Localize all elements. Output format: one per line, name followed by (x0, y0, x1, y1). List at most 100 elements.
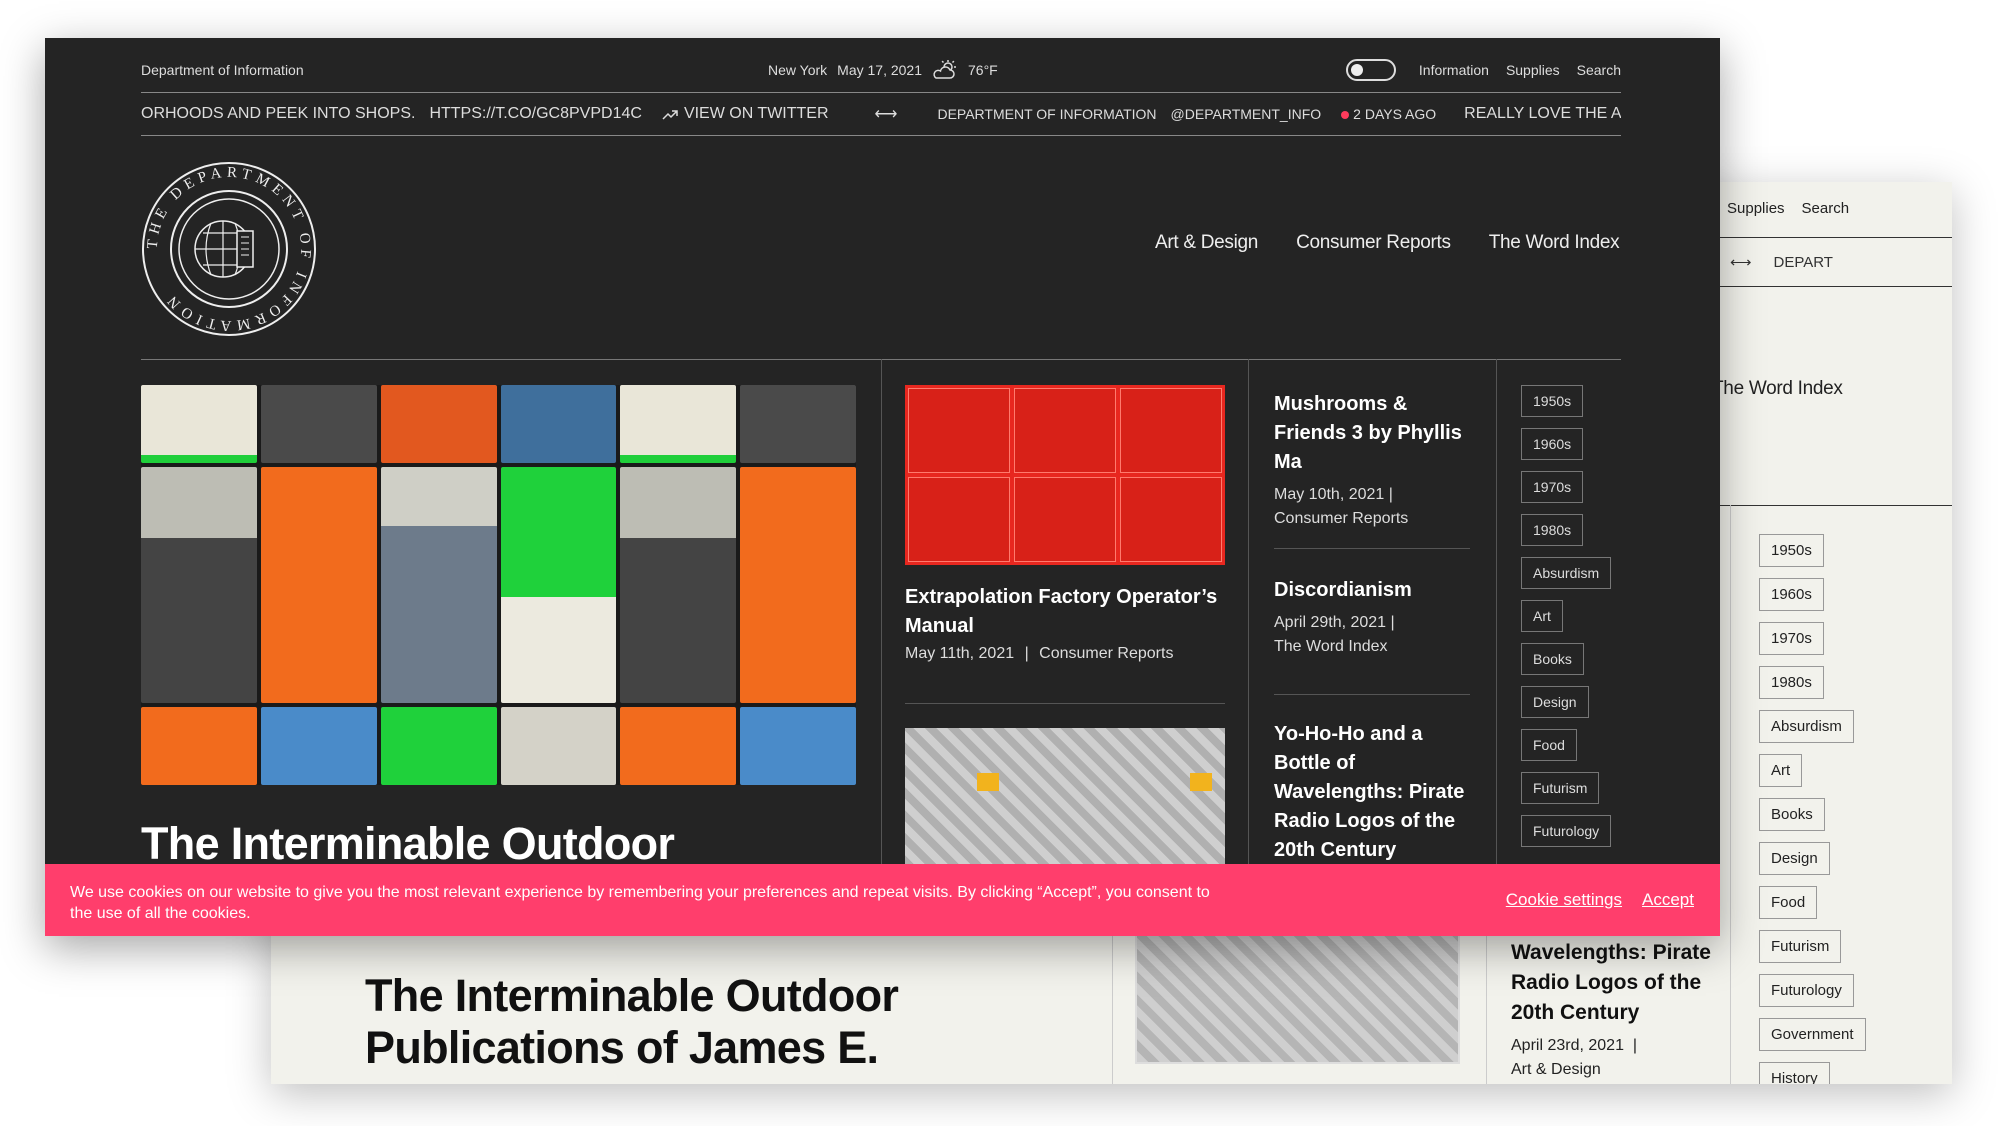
arrow-icon: ⟷ (1730, 254, 1752, 271)
foreground-browser-window: Department of Information New York May 1… (45, 38, 1720, 936)
divider (1711, 505, 1952, 506)
article-title[interactable]: Discordianism (1274, 576, 1474, 605)
date-label: May 17, 2021 (837, 62, 922, 78)
article-category[interactable]: The Word Index (1274, 635, 1474, 659)
article-thumbnail[interactable] (1135, 934, 1460, 1064)
cookie-settings-link[interactable]: Cookie settings (1506, 890, 1622, 910)
back-article-category[interactable]: Art & Design (1511, 1061, 1601, 1079)
divider (881, 359, 882, 879)
meta-separator: | (1024, 645, 1029, 662)
meta-separator: | (1388, 486, 1393, 503)
hero-article-title[interactable]: The Interminable Outdoor (141, 818, 675, 870)
department-logo[interactable]: THE DEPARTMENT OF INFORMATION (141, 161, 317, 337)
back-ticker: ⟷ DEPART (1705, 237, 1952, 287)
ticker-view-link[interactable]: VIEW ON TWITTER (662, 105, 829, 123)
tag-food[interactable]: Food (1521, 729, 1577, 761)
tag-food[interactable]: Food (1759, 886, 1818, 919)
tag-futurism[interactable]: Futurism (1759, 930, 1842, 963)
tag-books[interactable]: Books (1759, 798, 1825, 831)
nav-search[interactable]: Search (1577, 62, 1621, 78)
ticker-tweet-text[interactable]: ORHOODS AND PEEK INTO SHOPS. (141, 105, 415, 123)
back-ticker-text[interactable]: DEPART (1774, 254, 1833, 271)
list-item[interactable]: Discordianism April 29th, 2021 | The Wor… (1274, 576, 1474, 659)
arrow-icon: ⟷ (874, 106, 898, 123)
divider (1496, 359, 1497, 879)
article-thumbnail[interactable] (905, 385, 1225, 565)
twitter-ticker: ORHOODS AND PEEK INTO SHOPS. HTTPS://T.C… (141, 92, 1621, 136)
tag-futurology[interactable]: Futurology (1759, 974, 1854, 1007)
back-top-nav: Supplies Search (1727, 200, 1849, 217)
tag-1960s[interactable]: 1960s (1521, 428, 1584, 460)
ticker-handle[interactable]: @DEPARTMENT_INFO (1171, 106, 1322, 122)
nav-word-index[interactable]: The Word Index (1489, 232, 1620, 254)
article-title[interactable]: Extrapolation Factory Operator’s Manual (905, 583, 1225, 641)
article-thumbnail[interactable] (905, 728, 1225, 878)
back-nav-search[interactable]: Search (1802, 200, 1850, 217)
article-date: April 29th, 2021 (1274, 614, 1387, 631)
meta-separator: | (1390, 614, 1395, 631)
ticker-tweet-url[interactable]: HTTPS://T.CO/GC8PVPD14C (429, 105, 642, 123)
tag-1960s[interactable]: 1960s (1759, 578, 1824, 611)
theme-toggle[interactable] (1345, 59, 1396, 81)
article-meta: May 10th, 2021 | (1274, 483, 1474, 507)
tag-list: 1950s 1960s 1970s 1980s Absurdism Art Bo… (1521, 385, 1612, 847)
ticker-time: 2 DAYS AGO (1341, 106, 1436, 122)
hero-image[interactable] (141, 385, 856, 785)
tag-1970s[interactable]: 1970s (1521, 471, 1584, 503)
top-links: Information Supplies Search (1345, 59, 1621, 81)
tag-1980s[interactable]: 1980s (1759, 666, 1824, 699)
cookie-actions: Cookie settings Accept (1506, 890, 1694, 910)
tag-1980s[interactable]: 1980s (1521, 514, 1584, 546)
tag-art[interactable]: Art (1521, 600, 1563, 632)
article-title[interactable]: Mushrooms & Friends 3 by Phyllis Ma (1274, 390, 1474, 477)
trending-arrow-icon (662, 110, 678, 120)
article-category[interactable]: Consumer Reports (1039, 645, 1173, 662)
list-item[interactable]: Mushrooms & Friends 3 by Phyllis Ma May … (1274, 390, 1474, 531)
back-hero-title[interactable]: The Interminable Outdoor Publications of… (365, 970, 899, 1074)
tag-futurology[interactable]: Futurology (1521, 815, 1612, 847)
list-item[interactable]: Yo-Ho-Ho and a Bottle of Wavelengths: Pi… (1274, 720, 1484, 865)
divider (1274, 694, 1470, 695)
city-label: New York (768, 62, 828, 78)
tag-1950s[interactable]: 1950s (1521, 385, 1584, 417)
back-article-title[interactable]: Wavelengths: Pirate Radio Logos of the 2… (1511, 938, 1741, 1028)
article-date: May 11th, 2021 (905, 645, 1015, 662)
nav-information[interactable]: Information (1419, 62, 1489, 78)
article-title[interactable]: Yo-Ho-Ho and a Bottle of Wavelengths: Pi… (1274, 720, 1484, 865)
cookie-message: We use cookies on our website to give yo… (70, 884, 1210, 922)
tag-design[interactable]: Design (1521, 686, 1589, 718)
tag-history[interactable]: History (1759, 1062, 1830, 1084)
tag-design[interactable]: Design (1759, 842, 1830, 875)
article-category[interactable]: Consumer Reports (1274, 507, 1474, 531)
tag-absurdism[interactable]: Absurdism (1759, 710, 1854, 743)
article-meta: April 29th, 2021 | (1274, 611, 1474, 635)
back-article-date: April 23rd, 2021 | (1511, 1037, 1638, 1054)
back-tag-list: 1950s 1960s 1970s 1980s Absurdism Art Bo… (1759, 534, 1866, 1084)
back-nav-supplies[interactable]: Supplies (1727, 200, 1785, 217)
nav-consumer-reports[interactable]: Consumer Reports (1296, 232, 1451, 254)
tag-books[interactable]: Books (1521, 643, 1584, 675)
nav-art-design[interactable]: Art & Design (1155, 232, 1258, 254)
divider (905, 703, 1225, 704)
tag-1970s[interactable]: 1970s (1759, 622, 1824, 655)
partly-cloudy-icon (933, 60, 956, 79)
divider (1274, 548, 1470, 549)
tag-art[interactable]: Art (1759, 754, 1803, 787)
location-weather: New York May 17, 2021 76°F (768, 60, 998, 80)
tag-government[interactable]: Government (1759, 1018, 1866, 1051)
ticker-account[interactable]: DEPARTMENT OF INFORMATION (937, 106, 1156, 122)
tag-absurdism[interactable]: Absurdism (1521, 557, 1612, 589)
temperature-label: 76°F (968, 62, 998, 78)
article-date: May 10th, 2021 (1274, 486, 1385, 503)
view-on-twitter-label: VIEW ON TWITTER (683, 105, 829, 122)
tag-futurism[interactable]: Futurism (1521, 772, 1600, 804)
top-bar: Department of Information New York May 1… (141, 56, 1621, 84)
tag-1950s[interactable]: 1950s (1759, 534, 1824, 567)
article-meta: May 11th, 2021 | Consumer Reports (905, 645, 1173, 663)
back-nav-word-index[interactable]: The Word Index (1712, 378, 1843, 400)
date-text: April 23rd, 2021 (1511, 1037, 1624, 1054)
back-hero-title-line2: Publications of James E. (365, 1022, 879, 1073)
cookie-accept-link[interactable]: Accept (1642, 890, 1694, 910)
ticker-next-tweet[interactable]: REALLY LOVE THE ANIMA (1464, 105, 1621, 123)
nav-supplies[interactable]: Supplies (1506, 62, 1560, 78)
